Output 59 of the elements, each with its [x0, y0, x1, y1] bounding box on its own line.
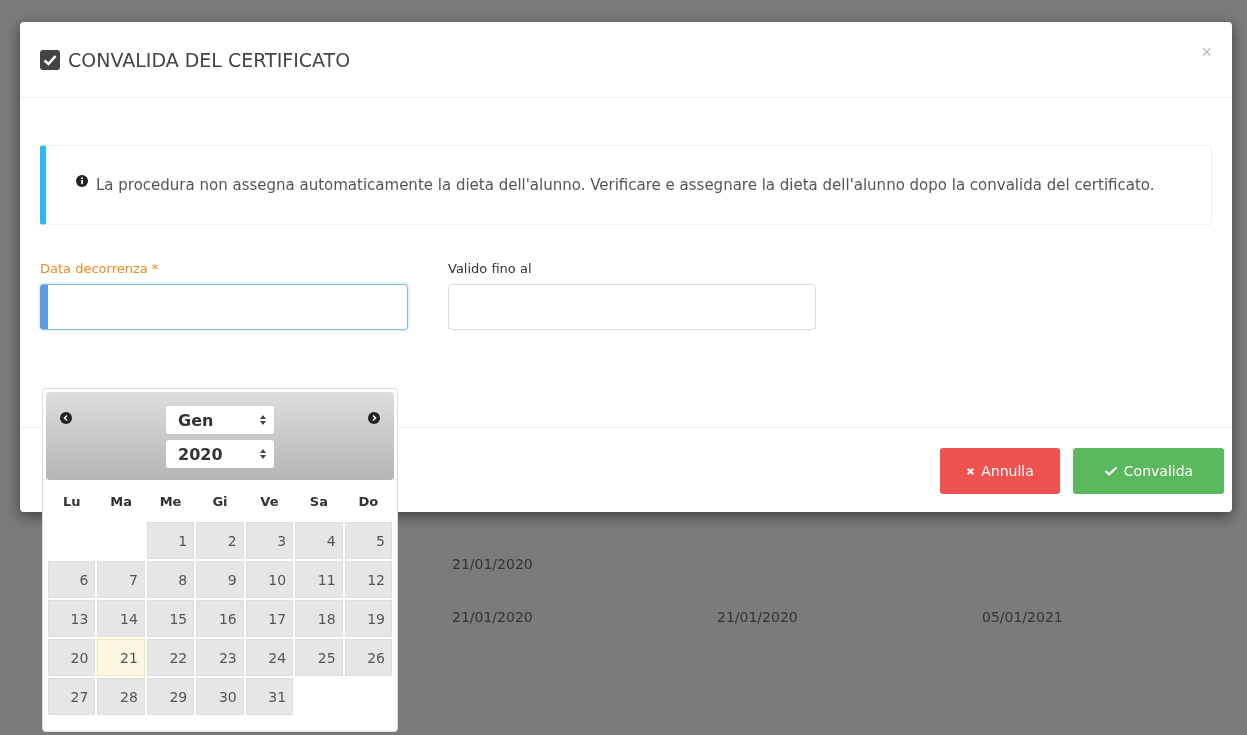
checkbox-icon: [40, 49, 60, 70]
spinner-icon: [260, 449, 266, 459]
day-cell[interactable]: 21: [97, 639, 145, 676]
day-cell[interactable]: 31: [245, 678, 294, 715]
check-icon: [1103, 466, 1118, 476]
day-cell[interactable]: 26: [344, 639, 392, 676]
day-cell[interactable]: 15: [146, 600, 195, 637]
day-cell[interactable]: 14: [97, 600, 145, 637]
day-cell[interactable]: 29: [146, 678, 195, 715]
day-cell[interactable]: 11: [295, 561, 343, 598]
table-cell-text: 21/01/2020: [717, 608, 799, 625]
day-cell[interactable]: 24: [245, 639, 294, 676]
day-cell[interactable]: 22: [146, 639, 195, 676]
table-cell-text: 05/01/2021: [982, 608, 1064, 625]
day-cell[interactable]: 27: [48, 678, 96, 715]
close-icon: [966, 466, 976, 476]
date-input-field[interactable]: [448, 284, 816, 330]
day-cell[interactable]: 4: [295, 522, 343, 559]
spinner-icon: [260, 415, 266, 425]
table-cell-text: 21/01/2020: [452, 608, 534, 625]
day-cell[interactable]: 7: [97, 561, 145, 598]
day-cell[interactable]: 20: [48, 639, 96, 676]
date-input-field[interactable]: [40, 284, 408, 330]
weekday-label: Do: [357, 493, 380, 511]
day-cell[interactable]: 25: [295, 639, 343, 676]
day-cell[interactable]: 2: [196, 522, 244, 559]
day-cell[interactable]: 6: [48, 561, 96, 598]
alert-text: La procedura non assegna automaticamente la dieta dell'alunno. Verificare e assegnare la dieta dell'alunno dopo la convalida del certificato.: [95, 175, 1155, 196]
day-cell[interactable]: 5: [344, 522, 392, 559]
year-select[interactable]: 2020: [166, 440, 274, 468]
day-cell[interactable]: 23: [196, 639, 244, 676]
day-cell[interactable]: 16: [196, 600, 244, 637]
cancel-button[interactable]: Annulla: [940, 448, 1060, 494]
day-cell[interactable]: 19: [344, 600, 392, 637]
previous-icon[interactable]: [60, 412, 72, 424]
field-label: Valido fino al: [448, 261, 533, 276]
table-cell-text: 21/01/2020: [452, 555, 534, 572]
day-cell[interactable]: 18: [295, 600, 343, 637]
day-cell[interactable]: 9: [196, 561, 244, 598]
weekday-label: Me: [158, 493, 183, 511]
day-cell[interactable]: 12: [344, 561, 392, 598]
month-select[interactable]: Gen: [166, 406, 274, 434]
day-cell[interactable]: 8: [146, 561, 195, 598]
day-cell[interactable]: 10: [245, 561, 294, 598]
weekday-label: Lu: [61, 493, 82, 511]
day-cell[interactable]: 17: [245, 600, 294, 637]
day-cell[interactable]: 13: [48, 600, 96, 637]
weekday-label: Gi: [211, 493, 229, 511]
weekday-label: Ve: [259, 493, 280, 511]
next-icon[interactable]: [368, 412, 380, 424]
day-cell[interactable]: 1: [146, 522, 195, 559]
info-icon: [76, 175, 88, 187]
day-cell[interactable]: 3: [245, 522, 294, 559]
day-cell[interactable]: 28: [97, 678, 145, 715]
day-cell[interactable]: 30: [196, 678, 244, 715]
field-label: Data decorrenza *: [40, 261, 160, 276]
weekday-label: Sa: [308, 493, 329, 511]
weekday-label: Ma: [109, 493, 133, 511]
modal-title: CONVALIDA DEL CERTIFICATO: [68, 48, 352, 71]
